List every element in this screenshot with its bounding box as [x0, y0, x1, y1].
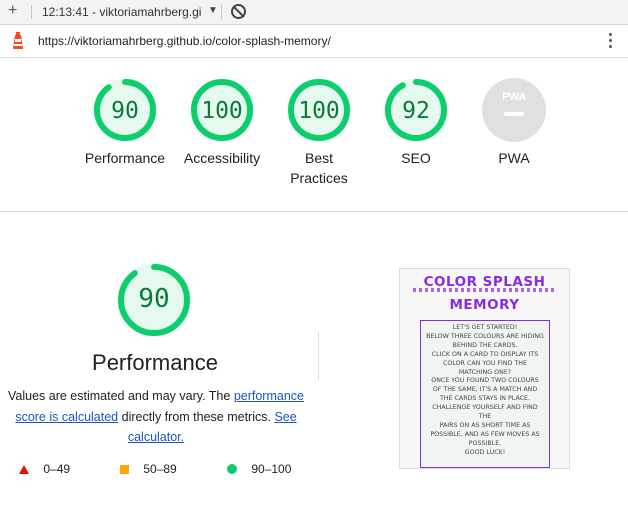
gauge-accessibility[interactable]: 100 Accessibility: [177, 78, 267, 168]
gauge-performance[interactable]: 90 Performance: [80, 78, 170, 168]
url-bar: https://viktoriamahrberg.github.io/color…: [0, 25, 628, 58]
gauge-score: 92: [402, 98, 430, 124]
gauge-label-line: Practices: [290, 170, 348, 186]
link-text[interactable]: calculator.: [128, 430, 184, 444]
url-text[interactable]: https://viktoriamahrberg.github.io/color…: [38, 34, 331, 48]
toolbar-separator: [221, 5, 222, 19]
fail-triangle-icon: [19, 465, 29, 474]
thumbnail-drip-decoration: [413, 288, 555, 292]
gauge-seo[interactable]: 92 SEO: [371, 78, 461, 168]
pwa-badge-text: PWA: [502, 91, 526, 103]
gauge-label: Best Practices: [274, 148, 364, 188]
gauge-label: PWA: [498, 150, 530, 166]
legend-fail: 0–49: [19, 462, 70, 476]
description-text: directly from these metrics.: [118, 409, 275, 424]
link-text[interactable]: score is calculated: [15, 410, 118, 424]
average-square-icon: [120, 465, 129, 474]
page-screenshot-thumbnail[interactable]: COLOR SPLASH MEMORY LET'S GET STARTED! B…: [399, 268, 570, 469]
link-text[interactable]: performance: [234, 389, 304, 403]
thumbnail-instructions: LET'S GET STARTED! BELOW THREE COLOURS A…: [426, 324, 544, 456]
legend-range: 0–49: [43, 462, 71, 476]
legend-range: 50–89: [143, 462, 177, 476]
gauge-best-practices[interactable]: 100 Best Practices: [274, 78, 364, 188]
gauge-label: SEO: [401, 150, 431, 166]
gauge-score: 90: [111, 98, 139, 124]
tab-title[interactable]: 12:13:41 - viktoriamahrberg.gi: [42, 5, 201, 19]
gauge-pwa[interactable]: PWA PWA: [469, 78, 559, 168]
vertical-divider: [318, 332, 319, 380]
description-text: Values are estimated and may vary. The: [8, 389, 234, 403]
pass-circle-icon: [227, 464, 237, 474]
link-text[interactable]: See: [274, 410, 296, 424]
block-icon[interactable]: [231, 4, 246, 19]
thumbnail-instructions-box: LET'S GET STARTED! BELOW THREE COLOURS A…: [420, 320, 550, 468]
browser-toolbar: + 12:13:41 - viktoriamahrberg.gi ▼: [0, 0, 628, 25]
legend-range: 90–100: [251, 462, 292, 476]
lighthouse-icon: [13, 32, 23, 49]
legend-pass: 90–100: [227, 462, 291, 476]
legend-average: 50–89: [120, 462, 177, 476]
thumbnail-title: MEMORY: [449, 297, 520, 313]
pwa-badge-icon: PWA: [482, 78, 546, 142]
gauge-score: 100: [298, 98, 340, 124]
caret-down-icon[interactable]: ▼: [208, 5, 218, 16]
performance-description: Values are estimated and may vary. The p…: [8, 386, 304, 448]
gauge-score: 100: [201, 98, 243, 124]
pwa-badge-dash: [504, 112, 524, 116]
toolbar-separator: [31, 5, 32, 19]
performance-title: Performance: [92, 350, 218, 375]
gauge-label-line: Best: [304, 150, 333, 166]
plus-icon[interactable]: +: [8, 2, 17, 20]
gauge-label: Performance: [84, 150, 166, 166]
gauge-label: Accessibility: [183, 150, 261, 166]
performance-score: 90: [138, 284, 170, 314]
vertical-dots-icon[interactable]: [609, 33, 613, 49]
section-divider: [0, 211, 628, 212]
